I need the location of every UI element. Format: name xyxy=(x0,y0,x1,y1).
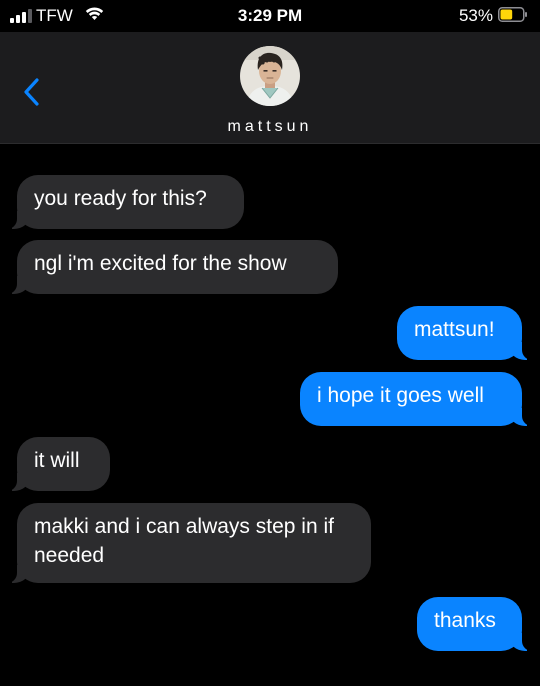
sent-message-bubble[interactable]: thanks xyxy=(417,597,536,651)
messages-screen: TFW 3:29 PM 53% mattsun you ready for th… xyxy=(0,0,540,686)
anime-portrait-icon xyxy=(240,46,300,106)
back-chevron-icon[interactable] xyxy=(20,77,46,107)
received-message-bubble[interactable]: you ready for this? xyxy=(3,175,244,229)
conversation-header: mattsun xyxy=(0,32,540,144)
sent-message-bubble[interactable]: i hope it goes well xyxy=(300,372,536,426)
contact-name[interactable]: mattsun xyxy=(0,118,540,136)
received-message-bubble[interactable]: it will xyxy=(3,437,110,491)
battery-icon xyxy=(498,7,527,22)
status-bar: TFW 3:29 PM 53% xyxy=(0,0,540,32)
battery-percent: 53% xyxy=(458,6,493,25)
contact-avatar[interactable] xyxy=(240,46,300,106)
sent-message-bubble[interactable]: mattsun! xyxy=(397,306,536,360)
received-message-bubble[interactable]: ngl i'm excited for the show xyxy=(3,240,338,294)
received-message-bubble[interactable]: makki and i can always step in if needed xyxy=(3,503,371,583)
